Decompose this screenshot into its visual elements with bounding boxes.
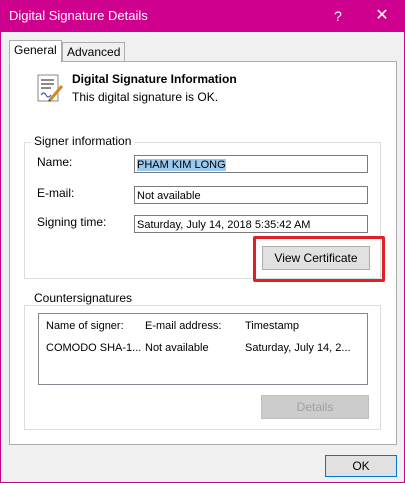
tab-advanced[interactable]: Advanced [62,42,126,62]
signed-document-icon [37,74,64,102]
row-timestamp[interactable]: Saturday, July 14, 2... [245,342,351,354]
column-header-email[interactable]: E-mail address: [145,320,221,332]
name-label: Name: [37,155,73,169]
email-label: E-mail: [37,186,75,200]
tab-general[interactable]: General [9,40,62,63]
signature-info-heading: Digital Signature Information [72,72,237,86]
countersignatures-list[interactable]: Name of signer: E-mail address: Timestam… [38,313,368,385]
row-email[interactable]: Not available [145,342,209,354]
name-value: PHAM KIM LONG [137,159,226,171]
signer-information-label: Signer information [31,134,135,148]
row-signer-name[interactable]: COMODO SHA-1... [46,342,141,354]
column-header-timestamp[interactable]: Timestamp [245,320,299,332]
general-panel: Digital Signature Information This digit… [9,61,397,445]
signing-time-field[interactable]: Saturday, July 14, 2018 5:35:42 AM [134,215,368,233]
title-bar: Digital Signature Details ? ✕ [1,1,404,32]
name-field[interactable]: PHAM KIM LONG [134,155,368,173]
ok-button[interactable]: OK [325,455,397,477]
window-title: Digital Signature Details [9,8,148,23]
details-button[interactable]: Details [261,395,369,419]
help-button[interactable]: ? [328,5,348,27]
countersignatures-label: Countersignatures [31,291,136,305]
close-button[interactable]: ✕ [372,5,392,27]
signing-time-label: Signing time: [37,215,107,229]
signature-status: This digital signature is OK. [72,90,219,104]
dialog-window: Digital Signature Details ? ✕ General Ad… [0,0,405,483]
column-header-name[interactable]: Name of signer: [46,320,124,332]
email-field[interactable]: Not available [134,186,368,204]
view-certificate-button[interactable]: View Certificate [262,246,370,270]
